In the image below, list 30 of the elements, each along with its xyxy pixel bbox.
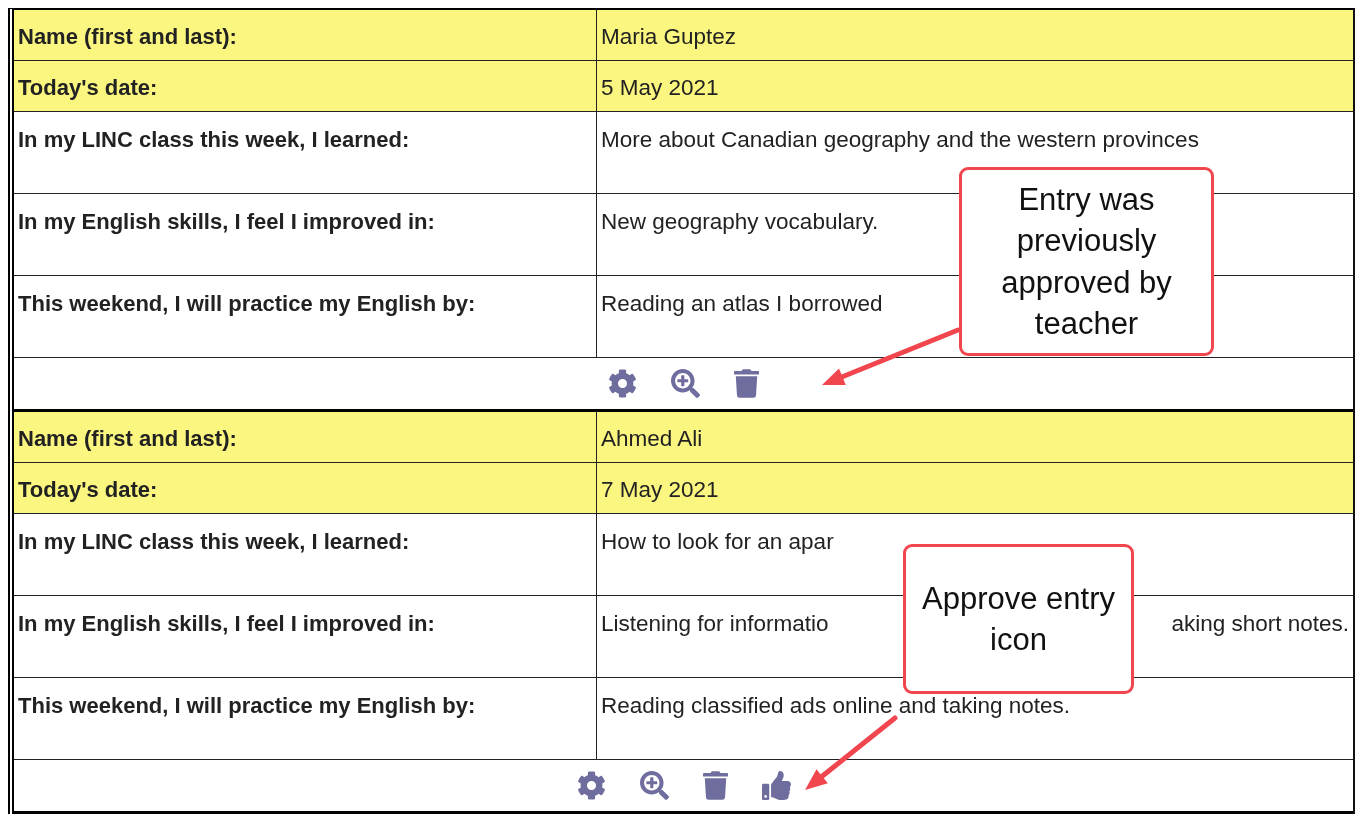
field-label: Today's date: (18, 477, 158, 503)
field-value: aking short notes. (1171, 611, 1349, 637)
field-value: More about Canadian geography and the western provinces (601, 127, 1199, 153)
callout-note: Entry was previously approved by teacher (959, 167, 1214, 356)
field-value: 5 May 2021 (601, 75, 719, 101)
field-label: In my English skills, I feel I improved in: (18, 209, 435, 235)
field-value: Ahmed Ali (601, 426, 703, 452)
field-value: New geography vocabulary. (601, 209, 879, 235)
settings-icon[interactable] (608, 369, 637, 398)
field-label: Name (first and last): (18, 24, 237, 50)
field-label: This weekend, I will practice my English by: (18, 693, 476, 719)
field-label: In my English skills, I feel I improved in: (18, 611, 435, 637)
field-value: 7 May 2021 (601, 477, 719, 503)
trash-icon[interactable] (734, 369, 759, 398)
trash-icon[interactable] (702, 771, 728, 800)
zoom-in-icon[interactable] (671, 369, 700, 398)
field-value: How to look for an apar (601, 529, 834, 555)
field-label: Name (first and last): (18, 426, 237, 452)
settings-icon[interactable] (576, 771, 606, 800)
field-value: Maria Guptez (601, 24, 737, 50)
field-value: Reading an atlas I borrowed (601, 291, 883, 317)
callout-note: Approve entry icon (903, 544, 1134, 694)
field-label: This weekend, I will practice my English by: (18, 291, 476, 317)
thumbs-up-icon[interactable] (761, 771, 791, 800)
field-label: In my LINC class this week, I learned: (18, 127, 410, 153)
field-value: Listening for informatio (601, 611, 829, 637)
field-label: In my LINC class this week, I learned: (18, 529, 410, 555)
field-label: Today's date: (18, 75, 158, 101)
field-value: Reading classified ads online and taking notes. (601, 693, 1071, 719)
zoom-in-icon[interactable] (639, 771, 669, 800)
